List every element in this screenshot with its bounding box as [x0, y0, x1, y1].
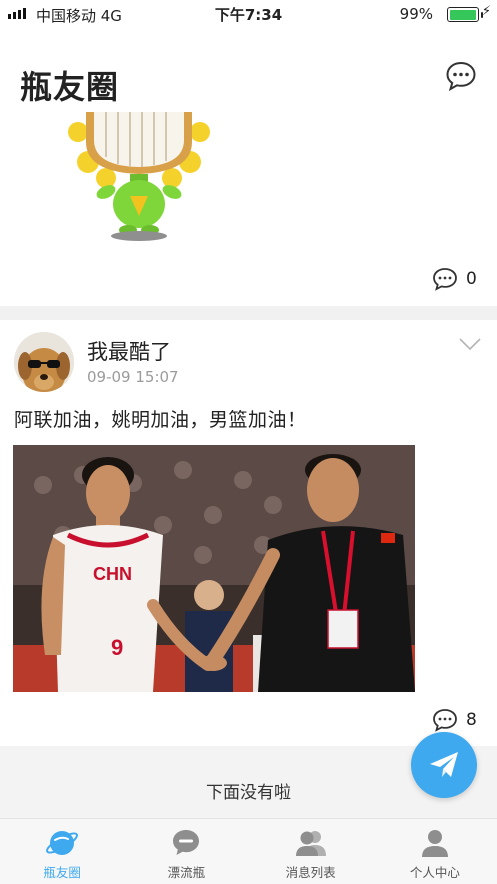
- status-bar: 中国移动 4G 下午7:34 99% ⚡: [0, 0, 497, 28]
- battery-fill: [449, 9, 477, 20]
- comment-count: 8: [466, 710, 477, 730]
- dog-with-sunglasses-avatar: [14, 332, 74, 392]
- person-icon: [421, 830, 448, 857]
- battery-percent: 99%: [399, 5, 433, 23]
- chat-bubble-icon[interactable]: [445, 60, 477, 92]
- post-timestamp: 09-09 15:07: [87, 368, 179, 386]
- post-author-name[interactable]: 我最酷了: [87, 336, 171, 366]
- svg-text:9: 9: [111, 635, 123, 660]
- avatar[interactable]: [14, 332, 74, 392]
- compose-post-button[interactable]: [411, 732, 477, 798]
- tab-messages[interactable]: 消息列表: [249, 819, 373, 884]
- bottom-tab-bar: 瓶友圈 漂流瓶 消息列表 个人中心: [0, 818, 497, 884]
- tab-profile[interactable]: 个人中心: [373, 819, 497, 884]
- chevron-down-icon[interactable]: [459, 338, 481, 352]
- comment-button[interactable]: 8: [432, 708, 477, 732]
- tab-label: 漂流瓶: [167, 865, 206, 880]
- tab-drift-bottle[interactable]: 漂流瓶: [124, 819, 248, 884]
- planet-icon: [46, 831, 79, 855]
- comment-icon: [433, 709, 457, 732]
- basketball-handshake-photo[interactable]: CHN 9: [13, 445, 415, 692]
- section-divider: [0, 306, 497, 320]
- post-content-text: 阿联加油，姚明加油，男篮加油！: [14, 409, 307, 431]
- send-paper-plane-icon: [430, 752, 458, 777]
- page-title: 瓶友圈: [20, 68, 120, 106]
- tab-moments[interactable]: 瓶友圈: [0, 819, 124, 884]
- charging-icon: ⚡: [481, 4, 491, 19]
- contacts-icon: [295, 831, 326, 856]
- tab-label: 个人中心: [409, 865, 460, 880]
- chat-bubble-icon: [173, 830, 200, 855]
- tab-label: 消息列表: [285, 865, 336, 880]
- comment-button[interactable]: 0: [432, 267, 477, 291]
- sunflower-mirror-sticker: [68, 112, 210, 241]
- comment-count: 0: [466, 269, 477, 289]
- battery-icon: [447, 7, 483, 22]
- comment-icon: [433, 268, 457, 291]
- svg-text:CHN: CHN: [93, 564, 132, 584]
- tab-label: 瓶友圈: [43, 865, 81, 880]
